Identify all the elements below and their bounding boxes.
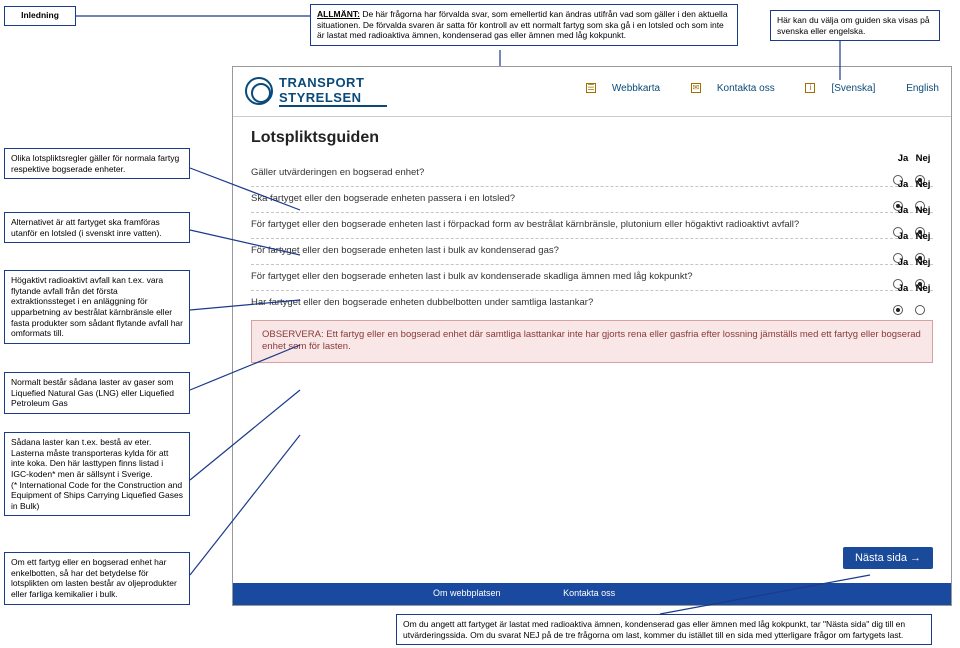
text: Om du angett att fartyget är lastat med … (403, 619, 905, 640)
callout-lang-text: Här kan du välja om guiden ska visas på … (777, 15, 930, 36)
callout-c2: Alternativet är att fartyget ska framför… (4, 212, 190, 243)
question-4: JaNej För fartyget eller den bogserade e… (251, 243, 933, 262)
col-ja: Ja (893, 257, 913, 268)
text: Olika lotspliktsregler gäller för normal… (11, 153, 179, 174)
question-text: Har fartyget eller den bogserade enheten… (251, 297, 933, 308)
callout-c1: Olika lotspliktsregler gäller för normal… (4, 148, 190, 179)
col-nej: Nej (913, 153, 933, 164)
next-page-button[interactable]: Nästa sida → (843, 547, 933, 569)
main-area: Lotspliktsguiden JaNej Gäller utvärderin… (233, 117, 951, 363)
col-ja: Ja (893, 231, 913, 242)
callout-allmant-title: ALLMÄNT: (317, 9, 360, 19)
sitemap-icon: ☰ (586, 83, 596, 93)
question-text: För fartyget eller den bogserade enheten… (251, 245, 933, 256)
col-ja: Ja (893, 153, 913, 164)
question-5: JaNej För fartyget eller den bogserade e… (251, 269, 933, 288)
question-text: För fartyget eller den bogserade enheten… (251, 219, 933, 230)
logo-line1: TRANSPORT (279, 75, 387, 90)
topbar: TRANSPORT STYRELSEN ☰ Webbkarta ✉ Kontakta… (233, 67, 951, 117)
label: Kontakta oss (717, 83, 775, 94)
col-ja: Ja (893, 205, 913, 216)
question-6: JaNej Har fartyget eller den bogserade e… (251, 295, 933, 314)
callout-inledning-label: Inledning (21, 10, 59, 20)
footer-bar: Om webbplatsen Kontakta oss (233, 583, 951, 605)
logo: TRANSPORT STYRELSEN (245, 75, 387, 107)
label: Webbkarta (612, 83, 660, 94)
app-screenshot: TRANSPORT STYRELSEN ☰ Webbkarta ✉ Kontakta… (232, 66, 952, 606)
page-title: Lotspliktsguiden (251, 129, 933, 147)
link-svenska[interactable]: i [Svenska] (791, 83, 875, 94)
col-nej: Nej (913, 179, 933, 190)
col-nej: Nej (913, 283, 933, 294)
col-nej: Nej (913, 205, 933, 216)
col-nej: Nej (913, 231, 933, 242)
text: Normalt består sådana laster av gaser so… (11, 377, 174, 408)
text: Sådana laster kan t.ex. bestå av eter. L… (11, 437, 183, 511)
observera-notice: OBSERVERA: Ett fartyg eller en bogserad … (251, 320, 933, 363)
link-webbkarta[interactable]: ☰ Webbkarta (572, 83, 660, 94)
callout-allmant: ALLMÄNT: De här frågorna har förvalda sv… (310, 4, 738, 46)
callout-c6: Om ett fartyg eller en bogserad enhet ha… (4, 552, 190, 605)
text: Om ett fartyg eller en bogserad enhet ha… (11, 557, 177, 599)
label: [Svenska] (831, 83, 875, 94)
logo-line2: STYRELSEN (279, 90, 387, 107)
footer-om[interactable]: Om webbplatsen (433, 588, 501, 598)
callout-allmant-text: De här frågorna har förvalda svar, som e… (317, 9, 728, 40)
logo-gear-icon (245, 77, 273, 105)
question-2: JaNej Ska fartyget eller den bogserade e… (251, 191, 933, 210)
contact-icon: ✉ (691, 83, 701, 93)
callout-c4: Normalt består sådana laster av gaser so… (4, 372, 190, 414)
text: Alternativet är att fartyget ska framför… (11, 217, 162, 238)
callout-bottom: Om du angett att fartyget är lastat med … (396, 614, 932, 645)
question-1: JaNej Gäller utvärderingen en bogserad e… (251, 165, 933, 184)
callout-lang: Här kan du välja om guiden ska visas på … (770, 10, 940, 41)
link-english[interactable]: English (892, 83, 939, 94)
question-text: Gäller utvärderingen en bogserad enhet? (251, 167, 933, 178)
callout-inledning: Inledning (4, 6, 76, 26)
footer-kontakt[interactable]: Kontakta oss (563, 588, 615, 598)
label: English (906, 83, 939, 94)
question-text: Ska fartyget eller den bogserade enheten… (251, 193, 933, 204)
col-ja: Ja (893, 179, 913, 190)
question-text: För fartyget eller den bogserade enheten… (251, 271, 933, 282)
question-3: JaNej För fartyget eller den bogserade e… (251, 217, 933, 236)
col-nej: Nej (913, 257, 933, 268)
link-kontakta[interactable]: ✉ Kontakta oss (677, 83, 775, 94)
callout-c3: Högaktivt radioaktivt avfall kan t.ex. v… (4, 270, 190, 344)
text: Högaktivt radioaktivt avfall kan t.ex. v… (11, 275, 183, 338)
q6-nej-radio[interactable] (915, 305, 925, 315)
info-icon: i (805, 83, 815, 93)
callout-c5: Sådana laster kan t.ex. bestå av eter. L… (4, 432, 190, 516)
q6-ja-radio[interactable] (893, 305, 903, 315)
top-links: ☰ Webbkarta ✉ Kontakta oss i [Svenska] Engl… (558, 83, 939, 94)
col-ja: Ja (893, 283, 913, 294)
